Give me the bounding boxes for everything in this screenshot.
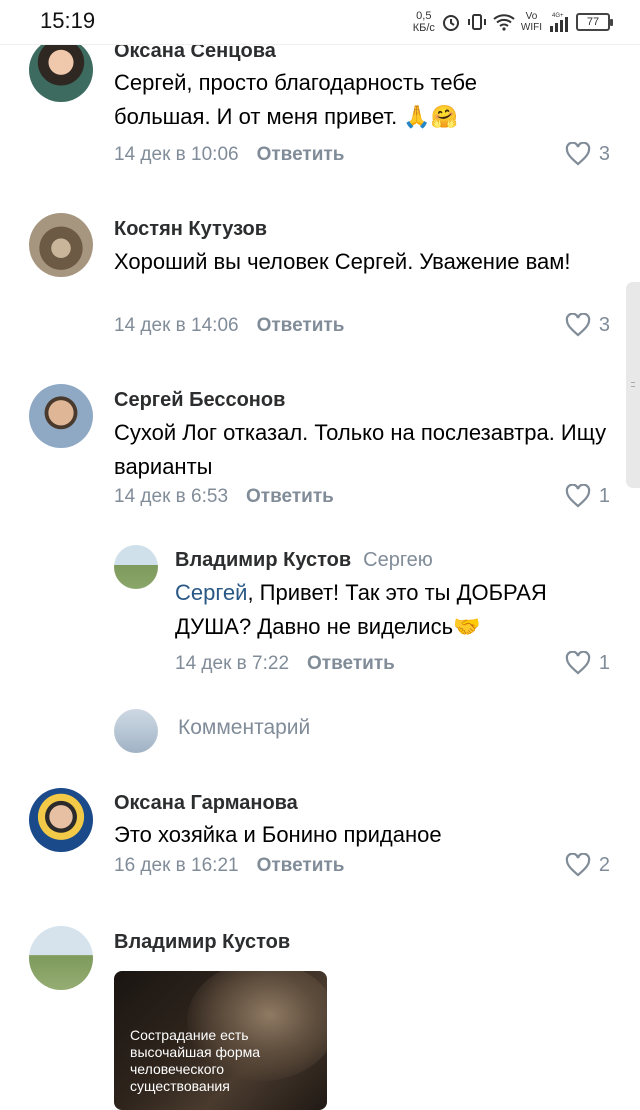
like-button[interactable]: 3 <box>565 142 610 166</box>
wifi-icon <box>493 13 515 31</box>
comment-date: 14 дек в 7:22 <box>175 653 290 674</box>
like-count: 3 <box>598 313 610 336</box>
volte-wifi-indicator: Vo WIFI <box>520 11 542 33</box>
avatar[interactable] <box>29 38 93 102</box>
comment-meta: 14 дек в 7:22 Ответить <box>175 653 395 675</box>
heart-icon <box>565 651 591 675</box>
like-button[interactable]: 1 <box>565 484 610 508</box>
heart-icon <box>565 853 591 877</box>
comment-author[interactable]: Владимир Кустов Сергею <box>175 549 433 572</box>
avatar[interactable] <box>29 213 93 277</box>
comment-input-row[interactable]: Комментарий <box>0 700 640 760</box>
reply-button[interactable]: Ответить <box>257 855 345 876</box>
reply-button[interactable]: Ответить <box>257 315 345 336</box>
signal-icon: 4G+ <box>548 11 570 33</box>
status-icons: 0,5 КБ/с Vo WIFI 4G+ 77 <box>412 6 613 38</box>
emoji: 🙏🤗 <box>403 104 459 129</box>
heart-icon <box>565 313 591 337</box>
emoji: 🤝 <box>453 614 481 639</box>
reply-button[interactable]: Ответить <box>246 486 334 507</box>
avatar[interactable] <box>29 926 93 990</box>
comment-text: Сухой Лог отказал. Только на послезавтра… <box>114 420 607 479</box>
image-attachment[interactable]: Сострадание есть высочайшая форма челове… <box>114 971 327 1110</box>
like-button[interactable]: 3 <box>565 313 610 337</box>
like-button[interactable]: 2 <box>565 853 610 877</box>
comment-date: 14 дек в 14:06 <box>114 315 239 336</box>
avatar[interactable] <box>29 384 93 448</box>
comment-text: Сергей, просто благодарность тебе больша… <box>114 70 477 129</box>
comment-date: 16 дек в 16:21 <box>114 855 239 876</box>
current-user-avatar <box>114 709 158 753</box>
avatar[interactable] <box>29 788 93 852</box>
comment-date: 14 дек в 6:53 <box>114 486 229 507</box>
heart-icon <box>565 484 591 508</box>
comment-author[interactable]: Оксана Гарманова <box>114 792 298 815</box>
comment-author[interactable]: Сергей Бессонов <box>114 389 285 412</box>
network-speed: 0,5 КБ/с <box>412 10 435 34</box>
vibrate-icon <box>467 12 487 32</box>
comment-meta: 16 дек в 16:21 Ответить <box>114 855 344 877</box>
alarm-icon <box>441 12 461 32</box>
heart-icon <box>565 142 591 166</box>
network-type: 4G+ <box>552 13 564 19</box>
comment-text: Хороший вы человек Сергей. Уважение вам! <box>114 249 571 274</box>
reply-button[interactable]: Ответить <box>257 144 345 165</box>
like-count: 2 <box>598 853 610 876</box>
like-count: 1 <box>598 651 610 674</box>
scrollbar-handle[interactable] <box>626 282 640 488</box>
image-caption: Сострадание есть высочайшая форма челове… <box>130 1027 261 1094</box>
reply-button[interactable]: Ответить <box>307 653 395 674</box>
mention-link[interactable]: Сергей <box>175 580 247 605</box>
comment-input[interactable]: Комментарий <box>178 716 310 740</box>
comment-author[interactable]: Владимир Кустов <box>114 931 290 954</box>
comment-meta: 14 дек в 10:06 Ответить <box>114 144 344 166</box>
status-bar: 15:19 0,5 КБ/с Vo WIFI 4G+ 77 <box>0 0 640 45</box>
comment-text: Сергей, Привет! Так это ты ДОБРАЯ ДУША? … <box>175 580 547 639</box>
comment-meta: 14 дек в 14:06 Ответить <box>114 315 344 337</box>
comment-date: 14 дек в 10:06 <box>114 144 239 165</box>
comment-meta: 14 дек в 6:53 Ответить <box>114 486 334 508</box>
status-time: 15:19 <box>40 8 96 33</box>
like-count: 3 <box>598 142 610 165</box>
comment-text: Это хозяйка и Бонино приданое <box>114 822 442 847</box>
avatar[interactable] <box>114 545 158 589</box>
like-count: 1 <box>598 484 610 507</box>
reply-to-label[interactable]: Сергею <box>363 549 433 571</box>
comment-author[interactable]: Костян Кутузов <box>114 218 267 241</box>
battery-indicator: 77 <box>576 13 613 31</box>
like-button[interactable]: 1 <box>565 651 610 675</box>
